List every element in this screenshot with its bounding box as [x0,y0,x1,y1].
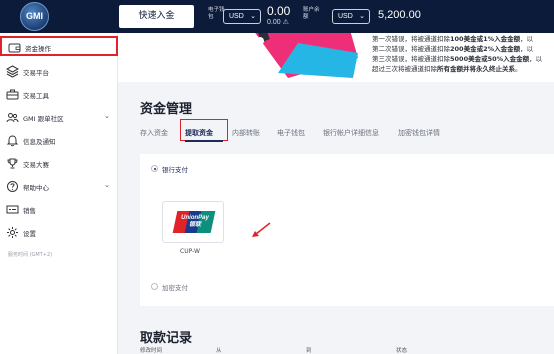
logo-text: GMI [26,11,43,21]
sidebar-item-label: 交易平台 [23,69,49,77]
red-arrow-annotation [252,222,271,237]
notice-line: 第一次错误，将被通道扣除100美金或1%入金金额，以 [372,35,534,43]
balance-currency-select[interactable]: USD ⌄ [332,9,370,24]
sidebar: 资金操作 交易平台 交易工具 GMI 跟单社区 ⌄ 信息及通知 交易大赛 帮助中… [0,33,118,354]
notice-line: 第三次错误，将被通道扣除5000美金或50%入金金额，以 [372,55,543,63]
gear-icon [7,227,18,238]
notice-line: 超过三次将被通道扣除所有金额并将永久终止关系。 [372,65,522,73]
unionpay-label: CUP-W [180,248,200,255]
tab-deposit[interactable]: 存入资金 [140,128,168,138]
sidebar-item-label: 设置 [23,230,36,238]
tab-bank-details[interactable]: 银行帐户详细信息 [323,128,379,138]
main-content: 第一次错误，将被通道扣除100美金或1%入金金额，以 第二次错误，将被通道扣除2… [118,33,554,354]
sidebar-item-contest[interactable]: 交易大赛 [0,154,118,174]
equity-value: 0.00 [267,4,291,18]
sidebar-item-label: GMI 跟单社区 [23,115,64,123]
sidebar-item-label: 销售 [23,207,36,215]
sidebar-item-copy-community[interactable]: GMI 跟单社区 ⌄ [0,108,118,128]
bank-payment-radio[interactable] [151,165,158,172]
sidebar-item-help-center[interactable]: 帮助中心 ⌄ [0,177,118,197]
toolbox-icon [6,89,19,100]
sidebar-item-label: 帮助中心 [23,184,49,192]
tab-highlight [180,119,228,141]
quick-deposit-button[interactable]: 快速入金 [119,5,194,28]
tab-ewallet[interactable]: 电子钱包 [277,128,305,138]
column-header: 从 [216,348,222,354]
chevron-down-icon: ⌄ [359,13,365,20]
chevron-down-icon: ⌄ [104,112,110,120]
withdrawal-records-title: 取款记录 [140,331,193,346]
unionpay-option[interactable]: UnionPay 银联 [162,201,224,243]
trophy-icon [7,158,18,169]
bell-icon [6,135,19,147]
tab-internal-transfer[interactable]: 内部转账 [232,128,260,138]
chevron-down-icon: ⌄ [104,181,110,189]
chevron-down-icon: ⌄ [250,13,256,20]
equity-currency-select[interactable]: USD ⌄ [223,9,261,24]
sidebar-item-notifications[interactable]: 信息及通知 [0,131,118,151]
sidebar-item-label: 交易工具 [23,92,49,100]
sidebar-item-label: 交易大赛 [23,161,49,169]
warning-banner: 第一次错误，将被通道扣除100美金或1%入金金额，以 第二次错误，将被通道扣除2… [118,33,554,82]
banner-graphic [255,33,358,78]
unionpay-logo-icon: UnionPay 银联 [172,211,216,233]
crypto-payment-label[interactable]: 加密支付 [162,282,188,292]
sidebar-item-settings[interactable]: 设置 [0,223,118,243]
wallet-icon [8,43,21,53]
sidebar-item-funds[interactable]: 资金操作 [0,36,118,56]
sidebar-item-label: 资金操作 [25,45,51,53]
notice-line: 第二次错误，将被通道扣除200美金或2%入金金额，以 [372,45,534,53]
tab-underline [185,140,223,142]
help-icon [7,181,18,192]
account-balance: 5,200.00 [378,9,421,21]
column-header: 到 [306,348,312,354]
community-icon [6,113,19,123]
gmi-logo[interactable]: GMI [20,2,49,31]
column-header: 修改时间 [140,348,163,354]
crypto-payment-radio[interactable] [151,283,158,290]
sales-icon [6,205,19,214]
top-bar: GMI 快速入金 电子钱包 USD ⌄ 0.00 0.00 ⚠ 账户余额 USD ⌄… [0,0,554,33]
account-balance-label: 账户余额 [303,7,320,20]
page-title: 资金管理 [140,102,193,117]
payment-method-card: 银行支付 UnionPay 银联 CUP-W 加密支付 [140,154,554,306]
tab-crypto-wallet[interactable]: 加密钱包详情 [398,128,440,138]
server-time: 服务时间 (GMT+2) [8,252,53,258]
sidebar-item-sales[interactable]: 销售 [0,200,118,220]
column-header: 状态 [396,348,408,354]
bank-payment-label[interactable]: 银行支付 [162,164,188,174]
equity-sub-value: 0.00 ⚠ [267,19,289,26]
layers-icon [6,65,19,78]
sidebar-item-label: 信息及通知 [23,138,56,146]
sidebar-item-trading-tools[interactable]: 交易工具 [0,85,118,105]
sidebar-item-trading-platform[interactable]: 交易平台 [0,62,118,82]
